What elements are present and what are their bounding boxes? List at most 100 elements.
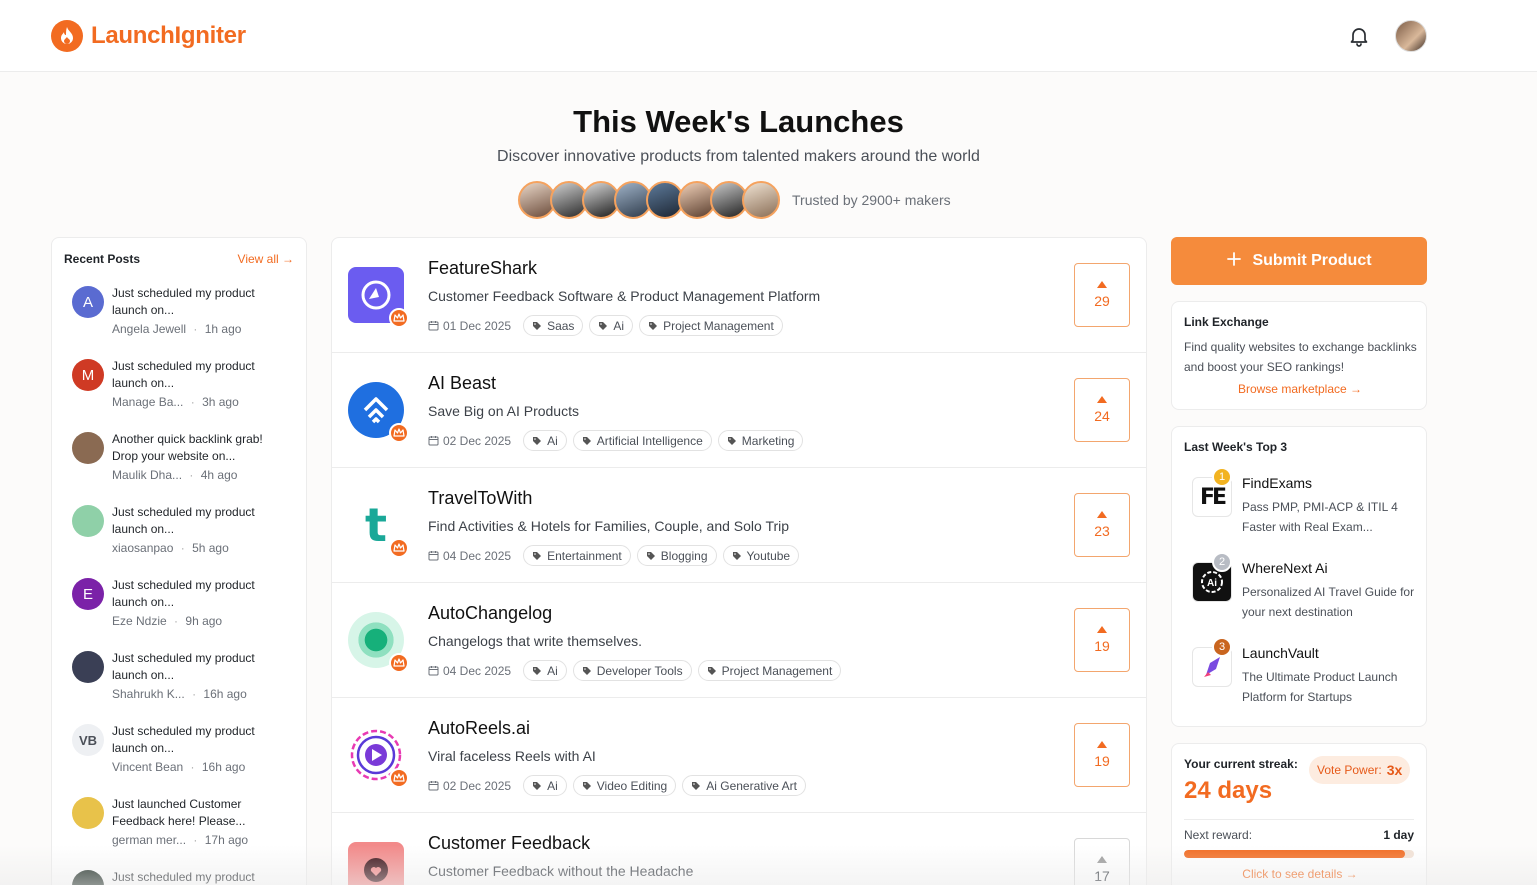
tag-label: Entertainment (547, 548, 622, 563)
product-name[interactable]: AutoReels.ai (428, 718, 530, 739)
category-tag[interactable]: Blogging (636, 545, 717, 566)
user-avatar[interactable] (1395, 20, 1427, 52)
category-tag[interactable]: Entertainment (523, 545, 631, 566)
tag-icon (533, 551, 542, 560)
upvote-button[interactable]: 19 (1074, 723, 1130, 787)
top3-name[interactable]: LaunchVault (1242, 645, 1319, 661)
launch-date: 04 Dec 2025 (428, 549, 511, 563)
upvote-button[interactable]: 19 (1074, 608, 1130, 672)
post-author: Angela Jewell (112, 322, 187, 336)
streak-progress-fill (1184, 850, 1405, 858)
product-row[interactable]: AutoChangelog Changelogs that write thems… (332, 583, 1146, 698)
upvote-arrow-icon (1097, 396, 1107, 403)
tag-label: Youtube (746, 548, 791, 563)
category-tag[interactable]: Ai (523, 775, 567, 796)
product-row[interactable]: FeatureShark Customer Feedback Software &… (332, 238, 1146, 353)
tag-icon (732, 551, 741, 560)
vote-count: 24 (1094, 408, 1110, 424)
top3-name[interactable]: WhereNext Ai (1242, 560, 1328, 576)
category-tag[interactable]: Marketing (717, 430, 804, 451)
rank-badge: 3 (1212, 637, 1232, 657)
category-tag[interactable]: Youtube (722, 545, 800, 566)
link-exchange-desc: Find quality websites to exchange backli… (1184, 340, 1417, 374)
product-row[interactable]: t TravelToWith Find Activities & Hotels fo… (332, 468, 1146, 583)
category-tag[interactable]: Artificial Intelligence (572, 430, 712, 451)
brand-name: LaunchIgniter (91, 22, 246, 49)
product-name[interactable]: FeatureShark (428, 258, 537, 279)
avatar (72, 797, 104, 829)
vote-count: 23 (1094, 523, 1110, 539)
vote-power-label: Vote Power: (1317, 763, 1382, 777)
calendar-icon (428, 781, 439, 791)
launch-date: 02 Dec 2025 (428, 434, 511, 448)
submit-product-button[interactable]: Submit Product (1171, 237, 1427, 285)
tag-icon (646, 551, 655, 560)
upvote-arrow-icon (1097, 511, 1107, 518)
category-tag[interactable]: Ai (523, 430, 567, 451)
tag-label: Video Editing (596, 778, 668, 793)
crown-icon (389, 768, 409, 788)
avatar: A (72, 286, 104, 318)
upvote-button[interactable]: 24 (1074, 378, 1130, 442)
post-meta: Vincent Bean · 16h ago (112, 760, 246, 774)
product-tagline: Find Activities & Hotels for Families, C… (428, 518, 790, 534)
crown-icon (389, 423, 409, 443)
top-navbar: LaunchIgniter (0, 0, 1537, 72)
top3-title: Last Week's Top 3 (1184, 440, 1288, 454)
vote-power-value: 3x (1386, 762, 1403, 778)
tag-icon (599, 321, 608, 330)
upvote-arrow-icon (1097, 626, 1107, 633)
launch-date: 01 Dec 2025 (428, 319, 511, 333)
crown-icon (389, 538, 409, 558)
tag-label: Ai (547, 778, 558, 793)
rank-badge: 2 (1212, 552, 1232, 572)
post-text: Just scheduled my product launch on... (112, 286, 255, 317)
product-meta: 04 Dec 2025 Ai Developer Tools Project Mana… (428, 660, 842, 681)
top3-desc: Pass PMP, PMI-ACP & ITIL 4 Faster with R… (1242, 500, 1398, 534)
post-time: 16h ago (203, 687, 247, 701)
tag-label: Project Management (721, 663, 833, 678)
product-logo[interactable] (348, 842, 404, 885)
brand-logo[interactable]: LaunchIgniter (51, 20, 246, 52)
tag-label: Ai (547, 433, 558, 448)
top3-name[interactable]: FindExams (1242, 475, 1312, 491)
upvote-button[interactable]: 29 (1074, 263, 1130, 327)
product-name[interactable]: TravelToWith (428, 488, 532, 509)
upvote-button[interactable]: 23 (1074, 493, 1130, 557)
browse-marketplace-link[interactable]: Browse marketplace → (1172, 382, 1428, 396)
category-tag[interactable]: Ai (589, 315, 634, 336)
category-tag[interactable]: Project Management (639, 315, 783, 336)
product-row[interactable]: Customer Feedback Customer Feedback witho… (332, 813, 1146, 885)
category-tag[interactable]: Video Editing (572, 775, 677, 796)
post-text: Just scheduled my product launch on... (112, 359, 255, 390)
product-name[interactable]: AI Beast (428, 373, 496, 394)
divider (1184, 819, 1414, 820)
category-tag[interactable]: Saas (523, 315, 584, 336)
bell-icon[interactable] (1347, 24, 1371, 48)
product-row[interactable]: AI Beast Save Big on AI Products 02 Dec 20… (332, 353, 1146, 468)
streak-days: 24 days (1184, 777, 1273, 804)
tag-icon (533, 436, 542, 445)
category-tag[interactable]: Ai Generative Art (682, 775, 806, 796)
product-name[interactable]: AutoChangelog (428, 603, 552, 624)
product-name[interactable]: Customer Feedback (428, 833, 590, 854)
product-row[interactable]: AutoReels.ai Viral faceless Reels with AI… (332, 698, 1146, 813)
post-meta: xiaosanpao · 5h ago (112, 541, 229, 555)
page-subtitle: Discover innovative products from talent… (497, 148, 980, 165)
post-time: 5h ago (192, 541, 229, 555)
category-tag[interactable]: Developer Tools (572, 660, 692, 681)
category-tag[interactable]: Ai (523, 660, 567, 681)
see-details-link[interactable]: Click to see details → (1172, 867, 1428, 881)
streak-progress-bar (1184, 850, 1414, 858)
product-tagline: Changelogs that write themselves. (428, 633, 642, 649)
calendar-icon (428, 551, 439, 561)
post-time: 17h ago (204, 833, 249, 847)
next-reward-label: Next reward: (1184, 828, 1253, 842)
view-all-link[interactable]: View all → (238, 252, 294, 266)
product-meta: 01 Dec 2025 Saas Ai Project Management (428, 315, 783, 336)
category-tag[interactable]: Project Management (697, 660, 842, 681)
post-meta: Manage Ba... · 3h ago (112, 395, 239, 409)
tag-label: Saas (547, 318, 575, 333)
post-text: Just scheduled my product (112, 870, 255, 884)
upvote-button[interactable]: 17 (1074, 838, 1130, 885)
